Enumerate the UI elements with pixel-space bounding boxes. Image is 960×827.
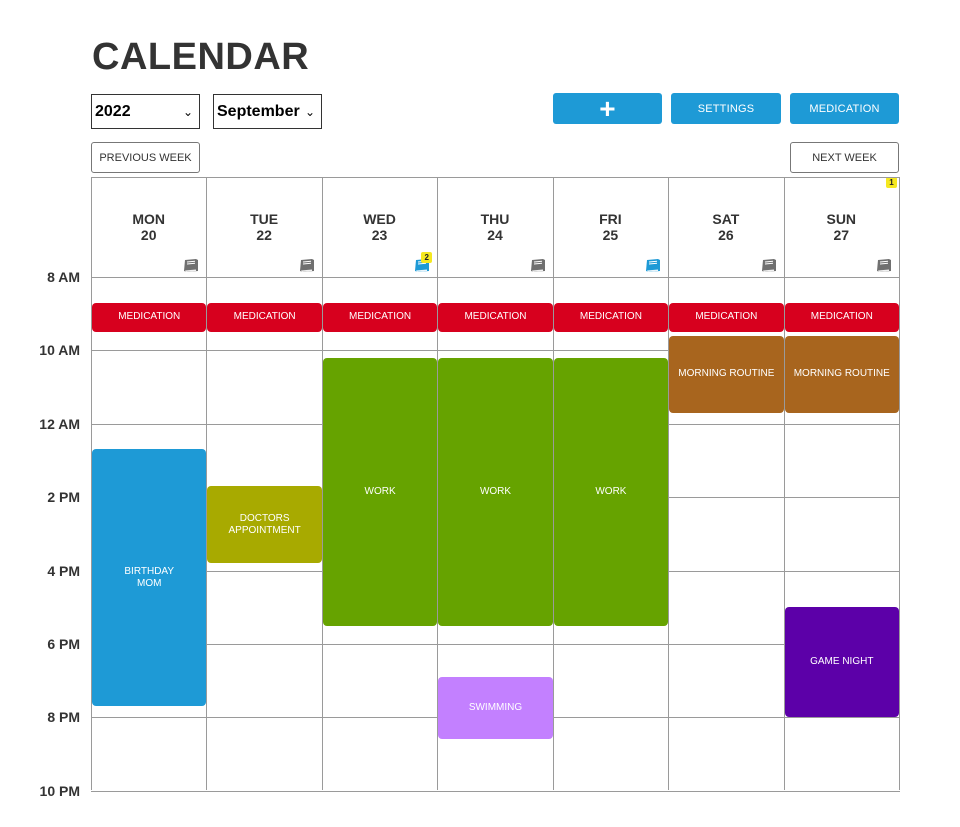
day-name: THU bbox=[480, 211, 510, 227]
grid-vertical-line bbox=[668, 177, 669, 790]
day-date: 20 bbox=[140, 227, 157, 243]
year-select-value: 2022 bbox=[95, 102, 131, 120]
medication-event-tue[interactable]: MEDICATION bbox=[207, 302, 322, 333]
next-week-label: NEXT WEEK bbox=[812, 151, 877, 164]
month-select[interactable]: September ⌄ bbox=[213, 94, 322, 129]
day-date: 22 bbox=[256, 227, 272, 243]
add-event-button[interactable]: + bbox=[553, 93, 662, 124]
month-select-value: September bbox=[217, 102, 300, 120]
day-date: 25 bbox=[602, 227, 619, 243]
morning-routine-event-sat[interactable]: MORNING ROUTINE bbox=[669, 335, 784, 413]
work-event-wed[interactable]: WORK bbox=[322, 357, 438, 626]
day-header-fri: FRI 25 bbox=[553, 211, 668, 243]
gray-book-icon[interactable] bbox=[875, 258, 892, 274]
settings-button-label: SETTINGS bbox=[697, 102, 755, 115]
game-night-event[interactable]: GAME NIGHT bbox=[784, 607, 899, 718]
grid-top-border bbox=[91, 177, 900, 178]
swimming-event[interactable]: SWIMMING bbox=[438, 677, 553, 740]
medication-event-mon[interactable]: MEDICATION bbox=[92, 302, 207, 333]
time-label: 10 PM bbox=[39, 783, 80, 799]
time-label: 10 AM bbox=[39, 342, 80, 358]
page-title: CALENDAR bbox=[92, 36, 310, 78]
journal-count-badge: 2 bbox=[421, 252, 433, 263]
medication-event-fri[interactable]: MEDICATION bbox=[553, 302, 669, 333]
gray-book-icon[interactable] bbox=[760, 258, 777, 274]
medication-event-sun[interactable]: MEDICATION bbox=[784, 302, 899, 333]
blue-book-icon[interactable] bbox=[644, 258, 661, 274]
morning-routine-event-sun[interactable]: MORNING ROUTINE bbox=[784, 335, 899, 413]
work-event-thu[interactable]: WORK bbox=[438, 357, 553, 626]
doctors-appointment-event[interactable]: DOCTORS APPOINTMENT bbox=[207, 486, 322, 564]
time-label: 2 PM bbox=[47, 489, 80, 505]
grid-vertical-line bbox=[899, 177, 900, 790]
day-name: SAT bbox=[712, 211, 740, 227]
settings-button[interactable]: SETTINGS bbox=[671, 93, 781, 124]
gray-book-icon[interactable] bbox=[182, 258, 199, 274]
year-select[interactable]: 2022 ⌄ bbox=[91, 94, 200, 129]
time-label: 12 AM bbox=[39, 416, 80, 432]
medication-event-thu[interactable]: MEDICATION bbox=[438, 302, 553, 333]
day-name: TUE bbox=[250, 211, 279, 227]
next-week-button[interactable]: NEXT WEEK bbox=[790, 142, 899, 173]
time-label: 8 AM bbox=[47, 269, 80, 285]
medication-event-wed[interactable]: MEDICATION bbox=[322, 302, 438, 333]
medication-button-label: MEDICATION bbox=[809, 102, 880, 115]
medication-button[interactable]: MEDICATION bbox=[790, 93, 899, 124]
time-label: 6 PM bbox=[47, 636, 80, 652]
next-week-notification-badge: 1 bbox=[886, 177, 897, 188]
gray-book-icon[interactable] bbox=[529, 258, 546, 274]
work-event-fri[interactable]: WORK bbox=[553, 357, 669, 626]
day-header-sun: SUN 27 bbox=[784, 211, 899, 243]
previous-week-button[interactable]: PREVIOUS WEEK bbox=[91, 142, 200, 173]
day-header-thu: THU 24 bbox=[437, 211, 552, 243]
plus-icon: + bbox=[599, 92, 616, 124]
day-name: SUN bbox=[826, 211, 857, 227]
day-header-sat: SAT 26 bbox=[668, 211, 783, 243]
birthday-mom-event[interactable]: BIRTHDAY MOM bbox=[92, 449, 207, 707]
day-header-mon: MON 20 bbox=[91, 211, 206, 243]
time-label: 4 PM bbox=[47, 563, 80, 579]
day-date: 26 bbox=[718, 227, 734, 243]
previous-week-label: PREVIOUS WEEK bbox=[99, 151, 192, 164]
day-date: 23 bbox=[371, 227, 388, 243]
grid-hour-line bbox=[91, 791, 900, 792]
gray-book-icon[interactable] bbox=[298, 258, 315, 274]
grid-hour-line bbox=[91, 644, 900, 645]
day-name: FRI bbox=[599, 211, 622, 227]
chevron-down-icon: ⌄ bbox=[182, 104, 193, 119]
medication-event-sat[interactable]: MEDICATION bbox=[669, 302, 784, 333]
day-header-wed: WED 23 bbox=[322, 211, 437, 243]
grid-hour-line bbox=[91, 277, 900, 278]
day-date: 24 bbox=[487, 227, 503, 243]
day-name: MON bbox=[132, 211, 166, 227]
time-label: 8 PM bbox=[47, 709, 80, 725]
grid-vertical-line bbox=[206, 177, 207, 790]
day-name: WED bbox=[363, 211, 396, 227]
chevron-down-icon: ⌄ bbox=[304, 104, 315, 119]
day-date: 27 bbox=[833, 227, 850, 243]
day-header-tue: TUE 22 bbox=[206, 211, 321, 243]
